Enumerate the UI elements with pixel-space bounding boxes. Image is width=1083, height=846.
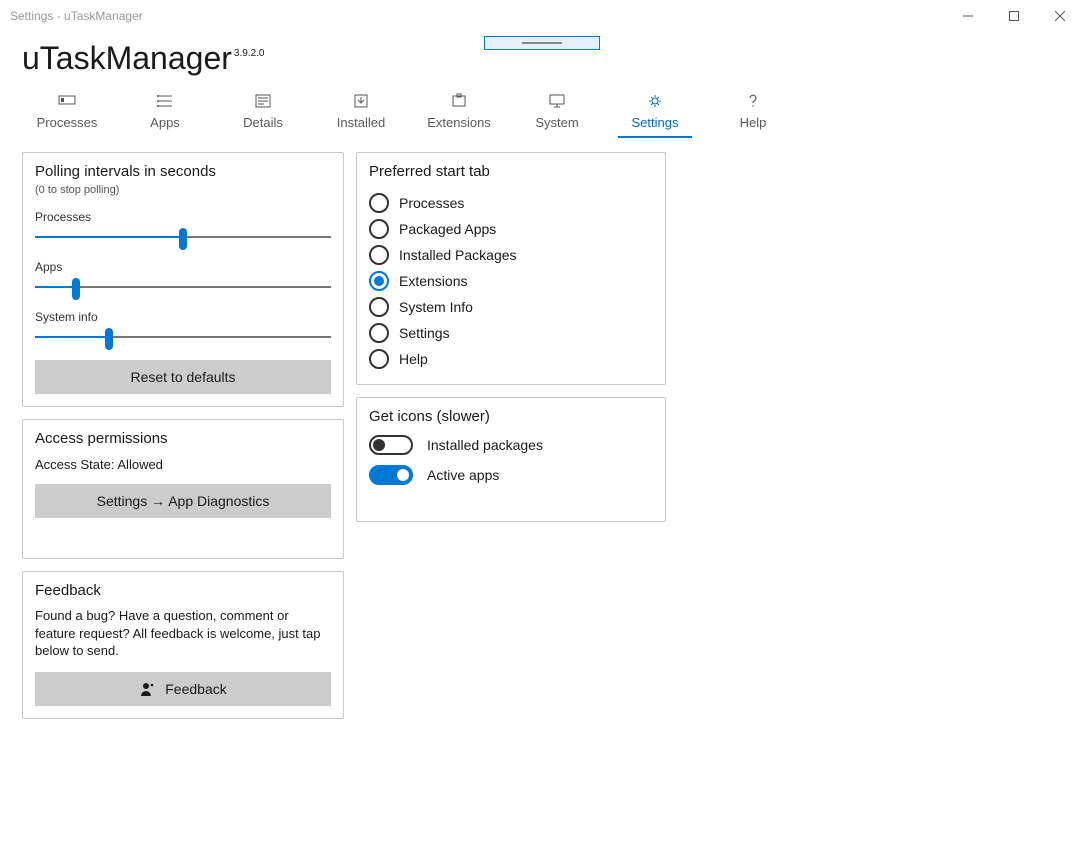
- window-title: Settings - uTaskManager: [10, 9, 143, 23]
- radio-extensions[interactable]: Extensions: [369, 268, 653, 294]
- tab-details[interactable]: Details: [214, 87, 312, 138]
- tab-label: Apps: [150, 115, 180, 130]
- radio-installed-packages[interactable]: Installed Packages: [369, 242, 653, 268]
- radio-packaged-apps[interactable]: Packaged Apps: [369, 216, 653, 242]
- radio-label: Extensions: [399, 273, 467, 289]
- radio-label: Packaged Apps: [399, 221, 496, 237]
- access-state-value: Allowed: [117, 457, 163, 472]
- radio-circle-icon: [369, 245, 389, 265]
- radio-label: Help: [399, 351, 428, 367]
- tabs: Processes Apps Details Installed Extensi…: [0, 87, 1083, 138]
- feedback-body: Found a bug? Have a question, comment or…: [35, 607, 331, 660]
- grip-handle-icon[interactable]: [484, 36, 600, 50]
- tab-apps[interactable]: Apps: [116, 87, 214, 138]
- access-panel: Access permissions Access State: Allowed…: [22, 419, 344, 559]
- app-version: 3.9.2.0: [234, 48, 265, 59]
- radio-circle-icon: [369, 219, 389, 239]
- help-icon: [744, 93, 762, 109]
- tab-help[interactable]: Help: [704, 87, 802, 138]
- tab-label: Details: [243, 115, 283, 130]
- tab-extensions[interactable]: Extensions: [410, 87, 508, 138]
- close-button[interactable]: [1037, 0, 1083, 32]
- apps-icon: [156, 93, 174, 109]
- header: uTaskManager3.9.2.0: [0, 32, 1083, 87]
- polling-subtitle: (0 to stop polling): [35, 184, 331, 196]
- tab-label: Installed: [337, 115, 385, 130]
- start-tab-panel: Preferred start tab Processes Packaged Ap…: [356, 152, 666, 385]
- start-tab-title: Preferred start tab: [369, 163, 653, 180]
- radio-help[interactable]: Help: [369, 346, 653, 372]
- icons-title: Get icons (slower): [369, 408, 653, 425]
- tab-installed[interactable]: Installed: [312, 87, 410, 138]
- tab-label: Help: [740, 115, 767, 130]
- details-icon: [254, 93, 272, 109]
- tab-label: Extensions: [427, 115, 491, 130]
- tab-label: Settings: [632, 115, 679, 130]
- polling-title: Polling intervals in seconds: [35, 163, 331, 180]
- minimize-button[interactable]: [945, 0, 991, 32]
- icons-panel: Get icons (slower) Installed packages Ac…: [356, 397, 666, 522]
- radio-settings[interactable]: Settings: [369, 320, 653, 346]
- reset-defaults-button[interactable]: Reset to defaults: [35, 360, 331, 394]
- radio-circle-icon: [369, 271, 389, 291]
- slider-processes-label: Processes: [35, 210, 331, 224]
- feedback-button[interactable]: Feedback: [35, 672, 331, 706]
- radio-circle-icon: [369, 323, 389, 343]
- person-icon: [139, 681, 157, 697]
- slider-processes[interactable]: [35, 228, 331, 246]
- toggle-installed-packages[interactable]: [369, 435, 413, 455]
- titlebar: Settings - uTaskManager: [0, 0, 1083, 32]
- radio-circle-icon: [369, 297, 389, 317]
- extensions-icon: [450, 93, 468, 109]
- tab-label: Processes: [37, 115, 98, 130]
- tab-system[interactable]: System: [508, 87, 606, 138]
- app-diagnostics-button[interactable]: Settings → App Diagnostics: [35, 484, 331, 518]
- radio-label: Settings: [399, 325, 450, 341]
- radio-label: Installed Packages: [399, 247, 517, 263]
- radio-circle-icon: [369, 193, 389, 213]
- tab-processes[interactable]: Processes: [18, 87, 116, 138]
- tab-settings[interactable]: Settings: [606, 87, 704, 138]
- access-state-label: Access State:: [35, 457, 114, 472]
- toggle-active-label: Active apps: [427, 467, 499, 483]
- slider-apps[interactable]: [35, 278, 331, 296]
- slider-system-label: System info: [35, 310, 331, 324]
- radio-processes[interactable]: Processes: [369, 190, 653, 216]
- polling-panel: Polling intervals in seconds (0 to stop …: [22, 152, 344, 407]
- installed-icon: [352, 93, 370, 109]
- slider-apps-label: Apps: [35, 260, 331, 274]
- processes-icon: [58, 93, 76, 109]
- app-name: uTaskManager: [22, 40, 232, 77]
- toggle-active-apps[interactable]: [369, 465, 413, 485]
- settings-icon: [646, 93, 664, 109]
- slider-system[interactable]: [35, 328, 331, 346]
- tab-label: System: [535, 115, 578, 130]
- toggle-installed-label: Installed packages: [427, 437, 543, 453]
- access-title: Access permissions: [35, 430, 331, 447]
- feedback-panel: Feedback Found a bug? Have a question, c…: [22, 571, 344, 719]
- radio-system-info[interactable]: System Info: [369, 294, 653, 320]
- radio-label: Processes: [399, 195, 464, 211]
- radio-label: System Info: [399, 299, 473, 315]
- system-icon: [548, 93, 566, 109]
- radio-circle-icon: [369, 349, 389, 369]
- feedback-title: Feedback: [35, 582, 331, 599]
- maximize-button[interactable]: [991, 0, 1037, 32]
